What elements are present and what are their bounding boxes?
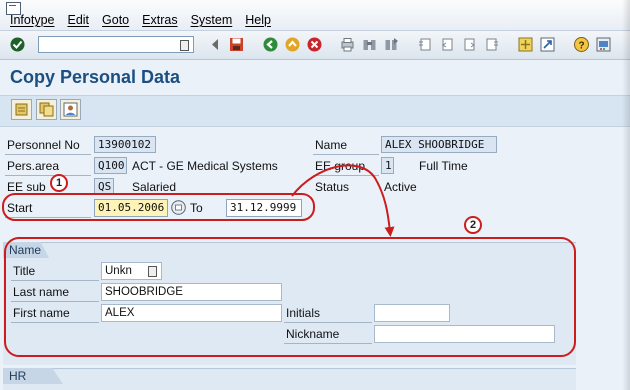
status-text: Active	[384, 180, 417, 194]
enter-icon[interactable]	[10, 37, 25, 52]
to-label: To	[190, 201, 203, 215]
overview-icon	[15, 103, 28, 116]
sap-screen: Infotype Edit Goto Extras System Help ? …	[0, 0, 630, 390]
initials-input[interactable]	[374, 304, 450, 322]
name-field: ALEX SHOOBRIDGE	[381, 136, 497, 153]
help-icon[interactable]: ?	[574, 37, 589, 52]
ee-group-code-field: 1	[381, 157, 394, 174]
label-underline	[5, 175, 91, 176]
back-arrow-icon[interactable]	[208, 37, 223, 52]
previous-page-icon[interactable]	[440, 37, 455, 52]
cancel-icon[interactable]	[307, 37, 322, 52]
title-select[interactable]: Unkn	[101, 262, 162, 280]
save-icon[interactable]	[229, 37, 244, 52]
page-title: Copy Personal Data	[10, 67, 181, 87]
end-date-input[interactable]: 31.12.9999	[226, 199, 302, 217]
shortcut-icon[interactable]	[540, 37, 555, 52]
calendar-icon[interactable]	[171, 200, 186, 215]
command-dropdown-icon[interactable]	[180, 40, 189, 51]
back-icon[interactable]	[263, 37, 278, 52]
ee-subgroup-code-field: QS	[94, 178, 114, 195]
name-group-box: Name	[3, 242, 576, 365]
menu-goto[interactable]: Goto	[102, 13, 129, 27]
svg-text:?: ?	[578, 41, 584, 52]
hr-data-group-box: HR data	[3, 368, 576, 390]
menu-extras[interactable]: Extras	[142, 13, 177, 27]
personnel-no-label: Personnel No	[7, 138, 80, 152]
personnel-no-field: 13900102	[94, 136, 156, 153]
window-shadow	[622, 0, 630, 390]
menu-bar: Infotype Edit Goto Extras System Help	[0, 0, 630, 31]
ee-subgroup-label: EE sub	[7, 180, 46, 194]
pers-area-text: ACT - GE Medical Systems	[132, 159, 278, 173]
status-label: Status	[315, 180, 350, 194]
first-page-icon[interactable]	[418, 37, 433, 52]
dropdown-icon[interactable]	[148, 266, 157, 277]
initials-label: Initials	[286, 306, 321, 320]
title-label: Title	[13, 264, 36, 278]
label-underline	[11, 280, 99, 281]
pers-area-code-field: Q100	[94, 157, 127, 174]
last-page-icon[interactable]	[484, 37, 499, 52]
start-date-input[interactable]: 01.05.2006	[94, 199, 168, 217]
name-group-title: Name	[3, 242, 49, 258]
ee-group-text: Full Time	[419, 159, 468, 173]
start-label: Start	[7, 201, 33, 215]
menu-items: Infotype Edit Goto Extras System Help	[10, 13, 271, 27]
nickname-label: Nickname	[286, 327, 340, 341]
command-field[interactable]	[38, 36, 194, 53]
nickname-input[interactable]	[374, 325, 555, 343]
label-underline	[5, 217, 91, 218]
menu-edit[interactable]: Edit	[67, 13, 89, 27]
display-person-button[interactable]	[60, 99, 81, 120]
first-name-label: First name	[13, 306, 70, 320]
exit-icon[interactable]	[285, 37, 300, 52]
name-label: Name	[315, 138, 348, 152]
print-icon[interactable]	[340, 37, 355, 52]
last-name-input[interactable]: SHOOBRIDGE	[101, 283, 282, 301]
find-next-icon[interactable]	[384, 37, 399, 52]
annotation-badge-1: 1	[50, 174, 68, 192]
customize-layout-icon[interactable]	[596, 37, 611, 52]
find-icon[interactable]	[362, 37, 377, 52]
copy-record-button[interactable]	[36, 99, 57, 120]
title-select-value: Unkn	[105, 265, 132, 277]
application-toolbar	[0, 95, 630, 127]
overview-button[interactable]	[11, 99, 32, 120]
next-page-icon[interactable]	[462, 37, 477, 52]
standard-toolbar: ?	[0, 31, 630, 60]
pers-area-label: Pers.area	[7, 159, 60, 173]
label-underline	[11, 322, 99, 323]
copy-record-icon	[39, 102, 54, 117]
label-underline	[284, 343, 372, 344]
first-name-input[interactable]: ALEX	[101, 304, 282, 322]
display-person-icon	[63, 102, 78, 117]
annotation-badge-2: 2	[464, 216, 482, 234]
label-underline	[11, 301, 99, 302]
menu-infotype[interactable]: Infotype	[10, 13, 54, 27]
label-underline	[313, 175, 379, 176]
hr-data-group-title: HR data	[3, 368, 63, 384]
label-underline	[284, 322, 372, 323]
ee-group-label: EE group	[315, 159, 366, 173]
menu-system[interactable]: System	[191, 13, 233, 27]
ee-subgroup-text: Salaried	[132, 180, 177, 194]
last-name-label: Last name	[13, 285, 70, 299]
menu-help[interactable]: Help	[245, 13, 271, 27]
label-underline	[5, 154, 91, 155]
label-underline	[313, 154, 379, 155]
create-session-icon[interactable]	[518, 37, 533, 52]
